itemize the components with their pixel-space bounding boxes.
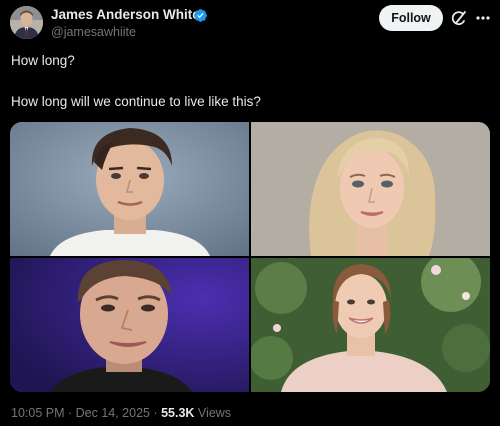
photo-portrait-young-man[interactable] [10,122,249,256]
author-handle[interactable]: @jamesawhiite [51,25,136,39]
tweet-header: James Anderson White @jamesawhiite Follo… [0,0,500,44]
author-name[interactable]: James Anderson White [51,7,200,22]
views-count: 55.3K [161,406,195,420]
avatar-image [10,6,43,39]
views-label: Views [194,406,232,420]
photo-portrait-man-speaking[interactable] [10,258,249,392]
verified-badge-icon [193,8,208,23]
grok-icon[interactable] [450,9,468,27]
post-text-line-2: How long will we continue to live like t… [11,94,261,109]
meta-separator: · [149,406,162,420]
tweet-meta: 10:05 PM · Dec 14, 2025 · 55.3K Views [11,406,231,420]
media-grid [10,122,490,392]
photo-portrait-young-woman-outdoors[interactable] [251,258,490,392]
follow-button[interactable]: Follow [379,5,443,31]
post-date[interactable]: Dec 14, 2025 [76,406,150,420]
post-time[interactable]: 10:05 PM [11,406,65,420]
meta-separator: · [64,406,76,420]
post-text-line-1: How long? [11,53,75,68]
photo-portrait-blonde-woman[interactable] [251,122,490,256]
more-options-icon[interactable] [474,9,492,27]
avatar[interactable] [10,6,43,39]
